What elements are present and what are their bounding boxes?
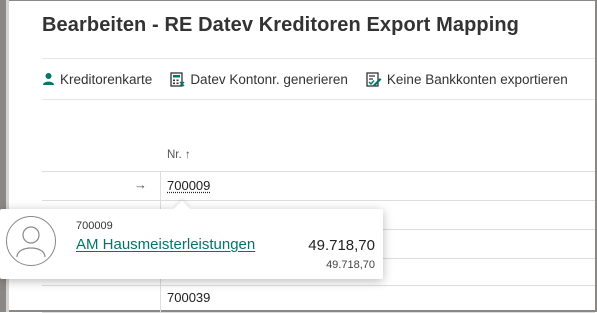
popup-vendor-name-link[interactable]: AM Hausmeisterleistungen: [76, 236, 255, 253]
popup-vendor-id: 700009: [76, 220, 113, 232]
column-header-nr[interactable]: Nr. ↑: [167, 149, 191, 161]
vendor-card-popup: 700009 AM Hausmeisterleistungen 49.718,7…: [0, 200, 383, 279]
calculator-icon: [170, 71, 185, 87]
person-placeholder-icon: [16, 226, 46, 258]
row-selector[interactable]: [42, 284, 161, 312]
action-datev-kontonr-generieren[interactable]: Datev Kontonr. generieren: [170, 72, 348, 87]
person-icon: [42, 72, 55, 86]
action-label: Datev Kontonr. generieren: [190, 71, 348, 87]
popup-balance: 49.718,70: [308, 237, 375, 254]
action-bar: Kreditorenkarte Datev Kontonr. generiere…: [42, 58, 595, 100]
page-title: Bearbeiten - RE Datev Kreditoren Export …: [42, 14, 519, 36]
action-kreditorenkarte[interactable]: Kreditorenkarte: [42, 72, 152, 87]
row-selector[interactable]: →: [42, 172, 161, 200]
action-label: Keine Bankkonten exportieren: [386, 71, 568, 87]
action-label: Kreditorenkarte: [60, 71, 153, 87]
edit-list-icon: [366, 71, 382, 87]
avatar: [6, 216, 56, 266]
row-number[interactable]: 700039: [167, 290, 210, 305]
window-frame-top: [9, 0, 597, 1]
table-row[interactable]: 700039: [42, 284, 595, 313]
row-arrow-icon: →: [134, 177, 147, 192]
action-keine-bankkonten-exportieren[interactable]: Keine Bankkonten exportieren: [366, 72, 568, 87]
row-number[interactable]: 700009: [167, 178, 210, 193]
table-row[interactable]: → 700009: [42, 172, 595, 201]
popup-balance-secondary: 49.718,70: [326, 259, 375, 271]
